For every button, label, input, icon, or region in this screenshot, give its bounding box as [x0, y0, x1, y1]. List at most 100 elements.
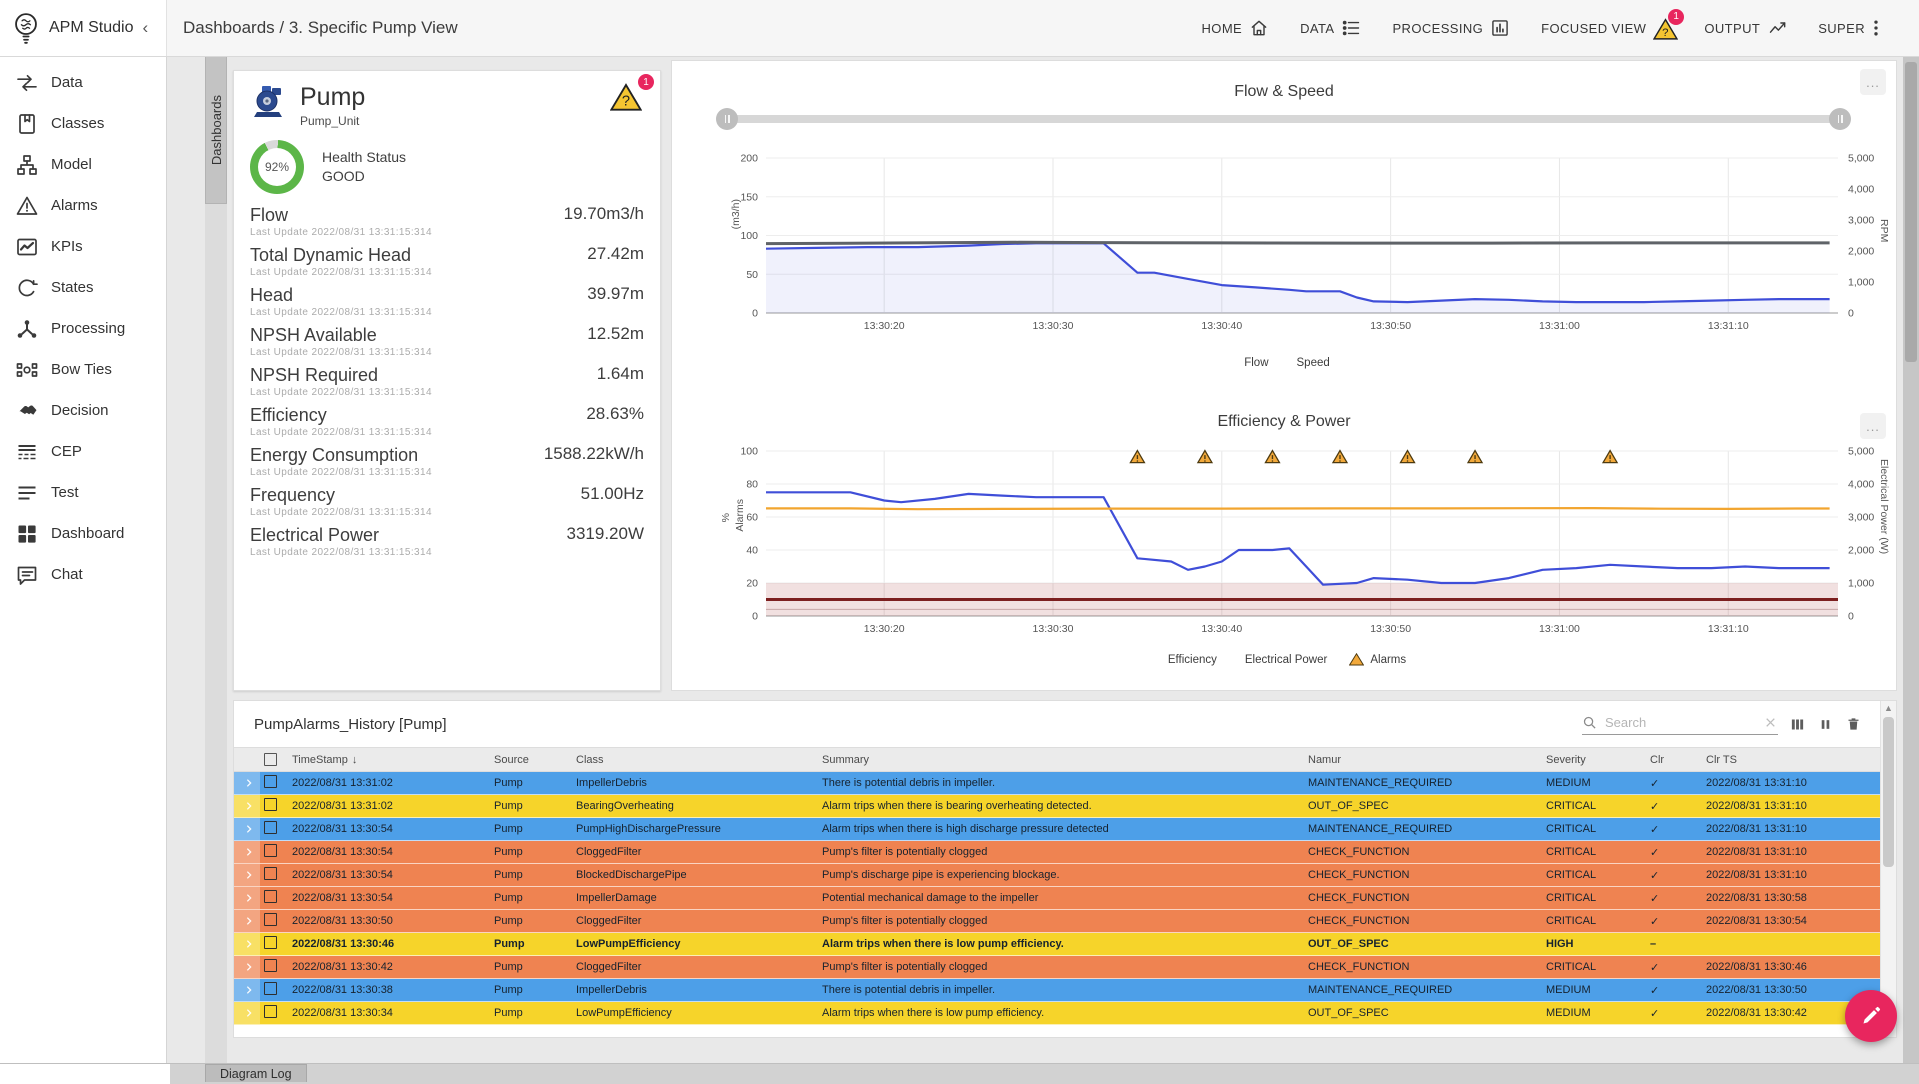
sidebar-item-classes[interactable]: Classes [0, 103, 166, 144]
table-row[interactable]: 2022/08/31 13:30:46 Pump LowPumpEfficien… [234, 933, 1896, 956]
sidebar-item-bow-ties[interactable]: Bow Ties [0, 349, 166, 390]
legend-item-speed[interactable]: Speed [1291, 357, 1330, 369]
handshake-icon [15, 399, 39, 423]
nav-item-data[interactable]: DATA [1300, 18, 1362, 39]
table-row[interactable]: 2022/08/31 13:30:54 Pump BlockedDischarg… [234, 864, 1896, 887]
scroll-up-icon[interactable]: ▲ [1881, 701, 1896, 715]
table-row[interactable]: 2022/08/31 13:31:02 Pump BearingOverheat… [234, 795, 1896, 818]
nav-item-home[interactable]: HOME [1202, 18, 1271, 39]
column-header-severity[interactable]: Severity [1542, 754, 1646, 766]
sidebar-item-dashboard[interactable]: Dashboard [0, 513, 166, 554]
legend-item-efficiency[interactable]: Efficiency [1162, 654, 1217, 666]
row-checkbox[interactable] [260, 936, 288, 952]
nav-item-super[interactable]: SUPER [1818, 18, 1893, 39]
cell-timestamp: 2022/08/31 13:30:54 [292, 846, 393, 858]
slider-handle-left[interactable] [716, 108, 738, 130]
search-input[interactable] [1603, 713, 1757, 731]
row-expand-icon[interactable] [234, 795, 260, 817]
table-row[interactable]: 2022/08/31 13:31:02 Pump ImpellerDebris … [234, 772, 1896, 795]
pause-updates-icon[interactable] [1816, 715, 1834, 733]
chart-zoom-slider[interactable] [716, 108, 1851, 130]
columns-icon[interactable] [1788, 715, 1806, 733]
metric-value: 12.52m [587, 324, 644, 343]
table-row[interactable]: 2022/08/31 13:30:54 Pump CloggedFilter P… [234, 841, 1896, 864]
cell-summary: Pump's discharge pipe is experiencing bl… [822, 869, 1060, 881]
row-checkbox[interactable] [260, 844, 288, 860]
cell-timestamp: 2022/08/31 13:31:02 [292, 800, 393, 812]
row-checkbox[interactable] [260, 982, 288, 998]
row-expand-icon[interactable] [234, 956, 260, 978]
cell-clr: ✓ [1650, 1007, 1660, 1020]
cell-class: PumpHighDischargePressure [576, 823, 721, 835]
legend-item-alarms[interactable]: Alarms [1349, 653, 1406, 666]
column-header-summary[interactable]: Summary [818, 754, 1304, 766]
row-expand-icon[interactable] [234, 933, 260, 955]
sidebar-item-model[interactable]: Model [0, 144, 166, 185]
table-row[interactable]: 2022/08/31 13:30:34 Pump LowPumpEfficien… [234, 1002, 1896, 1025]
cell-class: CloggedFilter [576, 846, 642, 858]
row-expand-icon[interactable] [234, 1002, 260, 1024]
sidebar-item-processing[interactable]: Processing [0, 308, 166, 349]
sidebar-item-cep[interactable]: CEP [0, 431, 166, 472]
sidebar-item-decision[interactable]: Decision [0, 390, 166, 431]
row-expand-icon[interactable] [234, 864, 260, 886]
pump-alert-warning-icon[interactable]: ? 1 [610, 74, 654, 113]
row-expand-icon[interactable] [234, 910, 260, 932]
column-header-source[interactable]: Source [490, 754, 572, 766]
sidebar-item-alarms[interactable]: Alarms [0, 185, 166, 226]
chart-menu-icon[interactable]: ... [1860, 413, 1886, 439]
legend-item-electrical-power[interactable]: Electrical Power [1239, 654, 1327, 666]
column-header-clr[interactable]: Clr [1646, 754, 1702, 766]
edit-fab-button[interactable] [1845, 990, 1897, 1042]
cell-clr: ✓ [1650, 984, 1660, 997]
chart-menu-icon[interactable]: ... [1860, 69, 1886, 95]
sidebar-item-data[interactable]: Data [0, 62, 166, 103]
row-checkbox[interactable] [260, 913, 288, 929]
table-row[interactable]: 2022/08/31 13:30:38 Pump ImpellerDebris … [234, 979, 1896, 1002]
row-checkbox[interactable] [260, 1005, 288, 1021]
sort-desc-icon[interactable]: ↓ [352, 754, 358, 766]
table-row[interactable]: 2022/08/31 13:30:54 Pump ImpellerDamage … [234, 887, 1896, 910]
row-expand-icon[interactable] [234, 979, 260, 1001]
table-scrollbar[interactable]: ▲ ▼ [1880, 701, 1896, 1037]
sidebar-collapse-icon[interactable]: ‹ [142, 18, 148, 38]
sidebar-item-states[interactable]: States [0, 267, 166, 308]
row-checkbox[interactable] [260, 775, 288, 791]
row-expand-icon[interactable] [234, 772, 260, 794]
column-header-namur[interactable]: Namur [1304, 754, 1542, 766]
window-scroll-thumb[interactable] [1905, 62, 1917, 362]
table-row[interactable]: 2022/08/31 13:30:54 Pump PumpHighDischar… [234, 818, 1896, 841]
row-checkbox[interactable] [260, 867, 288, 883]
sidebar-item-test[interactable]: Test [0, 472, 166, 513]
nav-item-focused-view[interactable]: FOCUSED VIEW ? 1 [1541, 8, 1685, 40]
column-header-clr-ts[interactable]: Clr TS [1702, 754, 1881, 766]
window-scrollbar[interactable] [1903, 56, 1919, 1084]
row-expand-icon[interactable] [234, 887, 260, 909]
table-row[interactable]: 2022/08/31 13:30:50 Pump CloggedFilter P… [234, 910, 1896, 933]
clear-search-icon[interactable] [1763, 713, 1778, 731]
row-expand-icon[interactable] [234, 818, 260, 840]
column-header-timestamp[interactable]: TimeStamp ↓ [288, 754, 490, 766]
data-flow-icon [15, 71, 39, 95]
table-scroll-thumb[interactable] [1883, 717, 1894, 867]
table-row[interactable]: 2022/08/31 13:30:42 Pump CloggedFilter P… [234, 956, 1896, 979]
row-checkbox[interactable] [260, 959, 288, 975]
delete-icon[interactable] [1844, 715, 1862, 733]
nav-item-processing[interactable]: PROCESSING [1392, 18, 1511, 39]
slider-handle-right[interactable] [1829, 108, 1851, 130]
cell-namur: MAINTENANCE_REQUIRED [1308, 984, 1453, 996]
row-checkbox[interactable] [260, 798, 288, 814]
column-header-class[interactable]: Class [572, 754, 818, 766]
nav-item-output[interactable]: OUTPUT [1704, 18, 1788, 39]
svg-text:100: 100 [740, 446, 758, 458]
diagram-log-tab[interactable]: Diagram Log [205, 1064, 307, 1082]
select-all-checkbox[interactable] [260, 753, 288, 766]
row-expand-icon[interactable] [234, 841, 260, 863]
sidebar-item-kpis[interactable]: KPIs [0, 226, 166, 267]
sidebar-item-chat[interactable]: Chat [0, 554, 166, 595]
chat-bubble-icon [15, 563, 39, 587]
dashboards-tab[interactable]: Dashboards [205, 56, 227, 204]
row-checkbox[interactable] [260, 821, 288, 837]
row-checkbox[interactable] [260, 890, 288, 906]
legend-item-flow[interactable]: Flow [1238, 357, 1268, 369]
